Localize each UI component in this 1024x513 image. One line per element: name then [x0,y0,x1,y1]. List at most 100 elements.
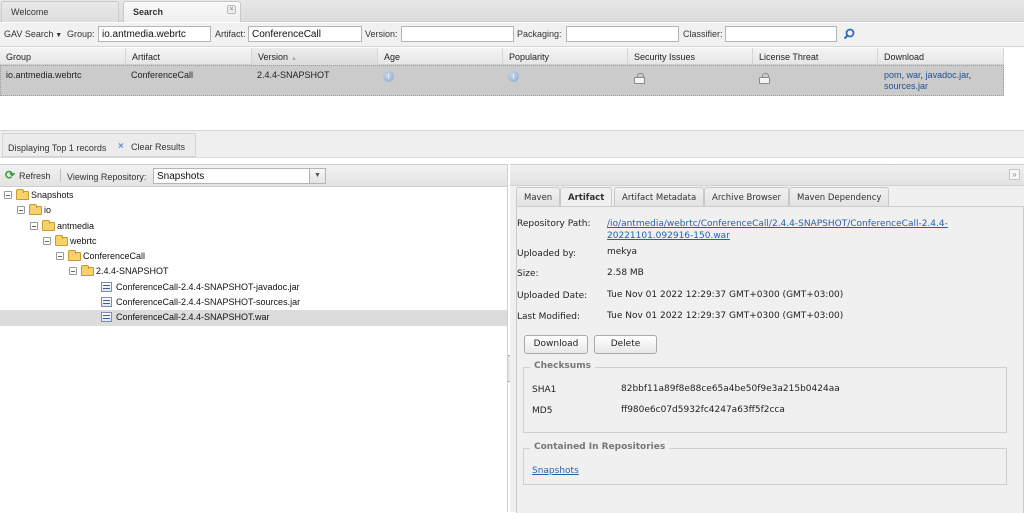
lock-icon[interactable] [634,73,645,84]
artifact-input[interactable] [248,26,362,42]
tab-search-label: Search [133,7,164,17]
version-input[interactable] [401,26,514,42]
table-row[interactable]: io.antmedia.webrtc ConferenceCall 2.4.4-… [0,65,1004,96]
column-header-security-issues[interactable]: Security Issues [628,48,753,65]
main-tab-bar: Welcome Search × [0,0,1024,22]
tree-node-label: io [44,205,52,216]
collapse-toggle-icon[interactable] [30,221,38,230]
tab-maven-dependency[interactable]: Maven Dependency [789,187,890,206]
info-icon[interactable] [508,71,519,82]
column-header-age[interactable]: Age [378,48,503,65]
folder-icon [16,189,29,200]
md5-label: MD5 [532,406,553,416]
collapse-toggle-icon[interactable] [4,191,12,199]
tree-node[interactable]: 2.4.4-SNAPSHOT [0,264,507,279]
refresh-button[interactable]: Refresh [19,171,51,181]
tab-welcome-label: Welcome [11,7,49,17]
column-header-version[interactable]: Version ▲ [252,48,378,65]
size-value: 2.58 MB [607,268,644,278]
info-icon[interactable] [383,71,394,82]
refresh-icon[interactable]: ⟳ [5,169,17,181]
tree-node-label: ConferenceCall-2.4.4-SNAPSHOT-sources.ja… [116,297,301,308]
tree-node[interactable]: webrtc [0,234,507,249]
folder-icon [68,250,81,262]
repository-path-label: Repository Path: [517,219,591,229]
search-mode-dropdown[interactable]: GAV Search ▼ [4,29,62,39]
tab-artifact-metadata[interactable]: Artifact Metadata [614,187,705,206]
column-header-label: Artifact [132,52,161,62]
tree-node-label: ConferenceCall-2.4.4-SNAPSHOT.war [116,312,270,323]
chevron-down-icon[interactable]: ▼ [309,168,326,184]
md5-value: ff980e6c07d5932fc4247a63ff5f2cca [621,405,785,415]
tab-archive-browser[interactable]: Archive Browser [704,187,789,206]
clear-icon[interactable]: × [118,141,124,152]
tab-maven[interactable]: Maven [516,187,561,206]
column-header-label: Group [6,52,32,62]
column-header-download[interactable]: Download [878,48,1004,65]
repository-tree: Snapshots io antmedia webrtc ConferenceCall 2… [0,188,507,326]
repository-path-link[interactable]: /io/antmedia/webrtc/ConferenceCall/2.4.4… [607,218,987,242]
artifact-tab-content: Repository Path: /io/antmedia/webrtc/Con… [516,206,1024,513]
tree-node[interactable]: ConferenceCall-2.4.4-SNAPSHOT-javadoc.ja… [0,280,507,295]
download-link-pom[interactable]: pom [884,70,902,80]
group-input[interactable] [98,26,211,42]
tree-node-label: antmedia [57,220,95,231]
delete-button[interactable]: Delete [594,335,657,354]
tree-node-label: ConferenceCall-2.4.4-SNAPSHOT-javadoc.ja… [116,281,300,292]
file-icon [101,312,112,323]
tree-node[interactable]: antmedia [0,219,507,234]
download-link-war[interactable]: war [907,70,921,80]
uploaded-by-value: mekya [607,247,638,257]
tree-node-label: 2.4.4-SNAPSHOT [96,266,169,277]
tab-label: Maven [524,193,553,203]
last-modified-value: Tue Nov 01 2022 12:29:37 GMT+0300 (GMT+0… [607,311,844,321]
checksums-title: Checksums [530,361,595,371]
download-button[interactable]: Download [524,335,588,354]
cell-group: io.antmedia.webrtc [6,70,82,80]
tree-node-label: Snapshots [31,190,74,200]
tab-label: Artifact [568,193,605,203]
column-header-license-threat[interactable]: License Threat [753,48,878,65]
collapse-toggle-icon[interactable] [43,236,51,245]
file-icon [101,281,112,292]
tab-label: Archive Browser [712,193,781,203]
sha1-value: 82bbf11a89f8e88ce65a4be50f9e3a215b0424aa [621,384,840,394]
version-label: Version: [365,29,398,39]
tree-node[interactable]: ConferenceCall [0,249,507,264]
detail-panel-header: » [510,165,1024,186]
repository-select-value: Snapshots [157,171,205,182]
repository-select[interactable]: Snapshots ▼ [153,168,326,184]
classifier-input[interactable] [725,26,837,42]
column-header-label: Security Issues [634,52,696,62]
collapse-icon[interactable]: » [1009,169,1020,180]
repository-link-snapshots[interactable]: Snapshots [532,466,579,476]
tree-node[interactable]: io [0,203,507,218]
collapse-toggle-icon[interactable] [17,206,25,215]
column-header-group[interactable]: Group [0,48,126,65]
packaging-input[interactable] [566,26,679,42]
folder-icon [29,204,42,216]
group-label: Group: [67,29,95,39]
column-header-artifact[interactable]: Artifact [126,48,252,65]
viewing-repository-label: Viewing Repository: [67,172,147,182]
close-icon[interactable]: × [227,5,236,14]
download-link-javadoc[interactable]: javadoc.jar [926,70,969,80]
tab-artifact[interactable]: Artifact [560,187,613,207]
clear-results-button[interactable]: Clear Results [131,142,185,152]
repository-toolbar: ⟳ Refresh Viewing Repository: Snapshots … [0,165,507,187]
collapse-toggle-icon[interactable] [56,252,64,261]
tree-node[interactable]: ConferenceCall-2.4.4-SNAPSHOT-sources.ja… [0,295,507,310]
artifact-detail-panel: » Maven Artifact Artifact Metadata Archi… [510,164,1024,513]
lock-icon[interactable] [759,73,770,84]
tree-node[interactable]: Snapshots [0,188,507,203]
collapse-toggle-icon[interactable] [69,267,77,276]
classifier-label: Classifier: [683,29,723,39]
search-mode-label: GAV Search [4,29,54,39]
folder-icon [81,265,94,277]
tree-node[interactable]: ConferenceCall-2.4.4-SNAPSHOT.war [0,310,507,326]
download-link-sources[interactable]: sources.jar [884,81,928,91]
tab-search[interactable]: Search × [123,1,241,22]
tab-welcome[interactable]: Welcome [1,1,119,22]
magnifier-icon[interactable] [843,28,855,40]
column-header-popularity[interactable]: Popularity [503,48,628,65]
